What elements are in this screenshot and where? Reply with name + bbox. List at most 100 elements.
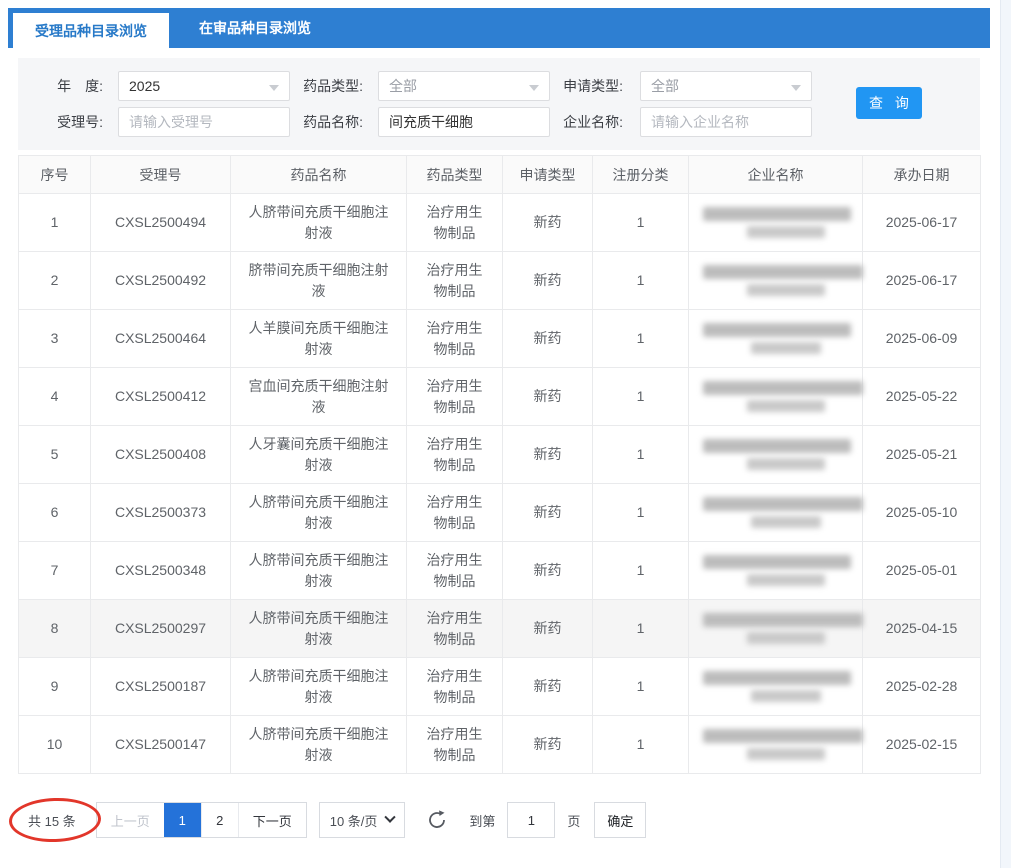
redacted-company-blur	[747, 748, 825, 760]
page-2-button[interactable]: 2	[201, 803, 238, 837]
cell-drug-name: 人脐带间充质干细胞注射液	[231, 542, 407, 600]
cell-drug-type: 治疗用生物制品	[407, 716, 503, 774]
page-size-select[interactable]: 10 条/页	[319, 802, 406, 838]
table-row[interactable]: 8CXSL2500297人脐带间充质干细胞注射液治疗用生物制品新药12025-0…	[19, 600, 981, 658]
cell-date: 2025-05-01	[863, 542, 981, 600]
results-table: 序号 受理号 药品名称 药品类型 申请类型 注册分类 企业名称 承办日期 1CX…	[18, 155, 981, 774]
apply-type-label: 申请类型:	[546, 71, 623, 101]
filter-panel: 年 度: 2025 药品类型: 全部 申请类型: 全部 受理号: 请输入受理号 …	[18, 58, 980, 150]
col-header-drug-type: 药品类型	[407, 156, 503, 194]
cell-reg-class: 1	[593, 600, 689, 658]
cell-reg-class: 1	[593, 484, 689, 542]
cell-drug-type: 治疗用生物制品	[407, 600, 503, 658]
redacted-company-blur	[703, 323, 851, 337]
cell-no: 2	[19, 252, 91, 310]
table-row[interactable]: 7CXSL2500348人脐带间充质干细胞注射液治疗用生物制品新药12025-0…	[19, 542, 981, 600]
cell-date: 2025-04-15	[863, 600, 981, 658]
cell-drug-type: 治疗用生物制品	[407, 484, 503, 542]
col-header-accept-no: 受理号	[91, 156, 231, 194]
cell-drug-name: 人羊膜间充质干细胞注射液	[231, 310, 407, 368]
cell-drug-type: 治疗用生物制品	[407, 426, 503, 484]
confirm-button[interactable]: 确定	[594, 802, 646, 838]
cell-accept-no: CXSL2500492	[91, 252, 231, 310]
cell-date: 2025-05-10	[863, 484, 981, 542]
cell-accept-no: CXSL2500373	[91, 484, 231, 542]
col-header-date: 承办日期	[863, 156, 981, 194]
goto-page-label: 到第	[469, 811, 495, 830]
cell-no: 5	[19, 426, 91, 484]
table-row[interactable]: 1CXSL2500494人脐带间充质干细胞注射液治疗用生物制品新药12025-0…	[19, 194, 981, 252]
chevron-down-icon	[791, 85, 801, 91]
cell-apply-type: 新药	[503, 658, 593, 716]
company-name-label: 企业名称:	[546, 107, 623, 137]
tab-under-review-catalog[interactable]: 在审品种目录浏览	[169, 8, 341, 48]
cell-accept-no: CXSL2500348	[91, 542, 231, 600]
redacted-company-blur	[703, 381, 863, 395]
cell-apply-type: 新药	[503, 716, 593, 774]
cell-drug-name: 人脐带间充质干细胞注射液	[231, 194, 407, 252]
cell-apply-type: 新药	[503, 252, 593, 310]
prev-page-button[interactable]: 上一页	[97, 803, 164, 837]
cell-date: 2025-06-17	[863, 194, 981, 252]
cell-reg-class: 1	[593, 194, 689, 252]
cell-date: 2025-06-09	[863, 310, 981, 368]
table-row[interactable]: 9CXSL2500187人脐带间充质干细胞注射液治疗用生物制品新药12025-0…	[19, 658, 981, 716]
drug-name-label: 药品名称:	[280, 107, 363, 137]
table-row[interactable]: 10CXSL2500147人脐带间充质干细胞注射液治疗用生物制品新药12025-…	[19, 716, 981, 774]
chevron-down-icon	[385, 812, 396, 823]
cell-no: 9	[19, 658, 91, 716]
cell-date: 2025-05-22	[863, 368, 981, 426]
table-body: 1CXSL2500494人脐带间充质干细胞注射液治疗用生物制品新药12025-0…	[19, 194, 981, 774]
cell-reg-class: 1	[593, 426, 689, 484]
chevron-down-icon	[269, 85, 279, 91]
cell-no: 1	[19, 194, 91, 252]
table-row[interactable]: 4CXSL2500412宫血间充质干细胞注射液治疗用生物制品新药12025-05…	[19, 368, 981, 426]
redacted-company-blur	[703, 729, 863, 743]
drug-name-input[interactable]: 间充质干细胞	[378, 107, 550, 137]
cell-drug-name: 人牙囊间充质干细胞注射液	[231, 426, 407, 484]
redacted-company-blur	[747, 632, 825, 644]
goto-page-input[interactable]	[507, 802, 555, 838]
query-button[interactable]: 查 询	[856, 87, 922, 119]
pagination-bar: 共 15 条 上一页 1 2 下一页 10 条/页 到第 页 确定	[18, 801, 980, 839]
redacted-company-blur	[703, 207, 851, 221]
goto-page-unit: 页	[567, 811, 580, 830]
col-header-company: 企业名称	[689, 156, 863, 194]
cell-company	[689, 426, 863, 484]
next-page-button[interactable]: 下一页	[238, 803, 306, 837]
col-header-drug-name: 药品名称	[231, 156, 407, 194]
tab-accepted-catalog[interactable]: 受理品种目录浏览	[13, 13, 169, 48]
cell-no: 4	[19, 368, 91, 426]
cell-drug-type: 治疗用生物制品	[407, 368, 503, 426]
apply-type-select[interactable]: 全部	[640, 71, 812, 101]
table-row[interactable]: 6CXSL2500373人脐带间充质干细胞注射液治疗用生物制品新药12025-0…	[19, 484, 981, 542]
company-name-input[interactable]: 请输入企业名称	[640, 107, 812, 137]
table-row[interactable]: 2CXSL2500492脐带间充质干细胞注射液治疗用生物制品新药12025-06…	[19, 252, 981, 310]
col-header-reg-class: 注册分类	[593, 156, 689, 194]
cell-reg-class: 1	[593, 368, 689, 426]
cell-accept-no: CXSL2500147	[91, 716, 231, 774]
cell-no: 8	[19, 600, 91, 658]
refresh-icon[interactable]	[427, 810, 447, 830]
cell-drug-name: 人脐带间充质干细胞注射液	[231, 716, 407, 774]
cell-apply-type: 新药	[503, 600, 593, 658]
drug-type-label: 药品类型:	[280, 71, 363, 101]
drug-type-select[interactable]: 全部	[378, 71, 550, 101]
redacted-company-blur	[751, 690, 821, 702]
table-row[interactable]: 5CXSL2500408人牙囊间充质干细胞注射液治疗用生物制品新药12025-0…	[19, 426, 981, 484]
total-count: 共 15 条	[28, 814, 76, 829]
table-row[interactable]: 3CXSL2500464人羊膜间充质干细胞注射液治疗用生物制品新药12025-0…	[19, 310, 981, 368]
col-header-apply-type: 申请类型	[503, 156, 593, 194]
cell-drug-name: 脐带间充质干细胞注射液	[231, 252, 407, 310]
col-header-no: 序号	[19, 156, 91, 194]
year-select[interactable]: 2025	[118, 71, 290, 101]
redacted-company-blur	[747, 284, 825, 296]
page-1-button[interactable]: 1	[164, 803, 201, 837]
redacted-company-blur	[703, 265, 863, 279]
cell-company	[689, 252, 863, 310]
total-count-wrap: 共 15 条	[18, 811, 86, 830]
cell-drug-name: 人脐带间充质干细胞注射液	[231, 600, 407, 658]
scroll-gutter	[1000, 0, 1011, 868]
cell-apply-type: 新药	[503, 194, 593, 252]
accept-no-input[interactable]: 请输入受理号	[118, 107, 290, 137]
